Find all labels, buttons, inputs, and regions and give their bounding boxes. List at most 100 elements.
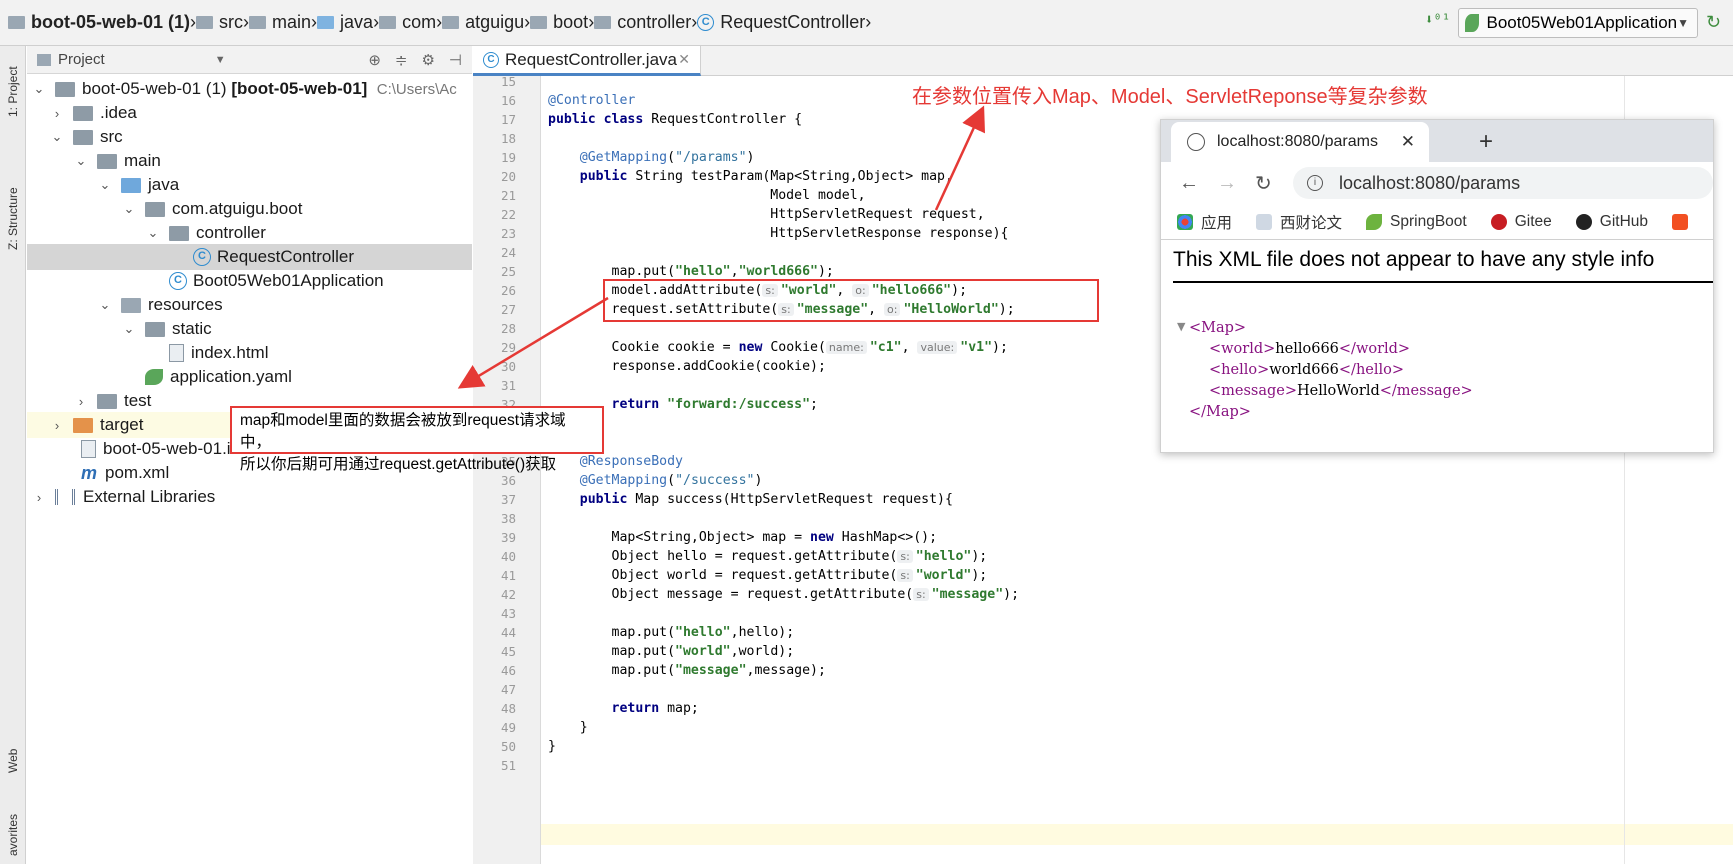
folder-icon: [97, 153, 117, 169]
globe-icon: [1187, 133, 1205, 151]
breadcrumb-item-src[interactable]: src: [196, 12, 243, 33]
breadcrumb-item-main[interactable]: main: [249, 12, 311, 33]
xml-node-hello: <hello>world666</hello>: [1209, 362, 1405, 378]
code-line: }: [548, 739, 556, 754]
chevron-right-icon[interactable]: ›: [73, 394, 89, 409]
hide-icon[interactable]: ⊣: [449, 51, 462, 69]
close-icon[interactable]: ✕: [678, 51, 690, 68]
tool-tab-structure[interactable]: Z: Structure: [0, 164, 26, 274]
chevron-down-icon[interactable]: ⌄: [145, 225, 161, 241]
build-icon[interactable]: ⬇⁰¹: [1425, 12, 1450, 28]
breadcrumb-item-controller[interactable]: controller: [594, 12, 691, 33]
breadcrumb-item-project[interactable]: boot-05-web-01 (1): [8, 12, 190, 33]
forward-icon[interactable]: →: [1217, 172, 1237, 195]
code-line: map.put("hello",hello);: [548, 625, 795, 640]
line-number: 25: [500, 264, 516, 279]
chevron-down-icon: ▼: [1677, 16, 1689, 30]
document-icon: [1256, 213, 1273, 230]
module-file-icon: [81, 440, 96, 458]
breadcrumb-item-com[interactable]: com: [379, 12, 436, 33]
bookmark-github[interactable]: GitHub: [1575, 213, 1648, 231]
folder-icon: [73, 129, 93, 145]
breadcrumb-item-boot[interactable]: boot: [530, 12, 588, 33]
package-icon: [145, 201, 165, 217]
folder-icon: [73, 105, 93, 121]
class-icon: C: [697, 14, 715, 31]
chevron-right-icon[interactable]: ›: [49, 418, 65, 433]
chevron-down-icon[interactable]: ▼: [215, 54, 226, 66]
tool-tab-favorites[interactable]: avorites: [0, 806, 26, 864]
tree-item-java[interactable]: ⌄ java: [27, 172, 472, 198]
tool-tab-project[interactable]: 1: Project: [0, 52, 26, 132]
tree-item-package[interactable]: ⌄ com.atguigu.boot: [27, 196, 472, 222]
chevron-right-icon[interactable]: ›: [31, 490, 47, 505]
reload-icon[interactable]: ↻: [1255, 171, 1275, 196]
chevron-down-icon[interactable]: ⌄: [97, 177, 113, 193]
back-icon[interactable]: ←: [1179, 172, 1199, 195]
tree-item-main[interactable]: ⌄ main: [27, 148, 472, 174]
collapse-all-icon[interactable]: ≑: [395, 51, 408, 69]
tool-tab-web[interactable]: Web: [0, 736, 26, 786]
chevron-down-icon[interactable]: ⌄: [121, 201, 137, 217]
line-number: 40: [500, 549, 516, 564]
chevron-down-icon[interactable]: ⌄: [121, 321, 137, 337]
browser-tab[interactable]: localhost:8080/params ✕: [1171, 122, 1429, 162]
line-number: 50: [500, 739, 516, 754]
close-icon[interactable]: ✕: [1401, 132, 1415, 152]
code-line: map.put("world",world);: [548, 644, 795, 659]
breadcrumb-item-atguigu[interactable]: atguigu: [442, 12, 524, 33]
line-number: 26: [500, 283, 516, 298]
breadcrumb-item-requestcontroller[interactable]: C RequestController: [697, 12, 865, 33]
bookmark-gitee[interactable]: Gitee: [1490, 213, 1552, 231]
tree-item-src[interactable]: ⌄ src: [27, 124, 472, 150]
code-line: Object hello = request.getAttribute(s: "h…: [548, 549, 988, 564]
chevron-down-icon[interactable]: ⌄: [49, 129, 65, 145]
code-line: @GetMapping("/params"): [579, 150, 755, 165]
tree-item-requestcontroller[interactable]: C RequestController: [27, 244, 472, 270]
package-icon: [169, 225, 189, 241]
chevron-down-icon[interactable]: ⌄: [31, 81, 47, 97]
rerun-icon[interactable]: ↻: [1706, 12, 1721, 33]
tree-item-application-class[interactable]: C Boot05Web01Application: [27, 268, 472, 294]
locate-icon[interactable]: ⊕: [368, 51, 381, 69]
bookmark-icon: [1672, 213, 1689, 230]
tree-item-project-root[interactable]: ⌄ boot-05-web-01 (1) [boot-05-web-01] C:…: [27, 76, 472, 102]
tree-item-index-html[interactable]: index.html: [27, 340, 472, 366]
tree-item-resources[interactable]: ⌄ resources: [27, 292, 472, 318]
editor-tab-requestcontroller[interactable]: C RequestController.java ✕: [473, 46, 701, 76]
bookmarks-bar: 应用 西财论文 SpringBoot Gitee GitHub: [1161, 204, 1713, 240]
line-number: 20: [500, 169, 516, 184]
run-configuration-select[interactable]: Boot05Web01Application ▼: [1458, 8, 1698, 38]
code-line: public Map success(HttpServletRequest re…: [579, 492, 953, 507]
line-number: 46: [500, 663, 516, 678]
line-number: 47: [500, 682, 516, 697]
collapse-triangle-icon[interactable]: ▼: [1177, 320, 1185, 333]
tree-item-idea[interactable]: › .idea: [27, 100, 472, 126]
folder-icon: [97, 393, 117, 409]
xml-style-message: This XML file does not appear to have an…: [1173, 248, 1655, 271]
gitee-icon: [1490, 213, 1507, 230]
breadcrumb-item-java[interactable]: java: [317, 12, 373, 33]
line-number: 15: [500, 74, 516, 89]
bookmark-overflow[interactable]: [1672, 213, 1696, 230]
tree-item-static[interactable]: ⌄ static: [27, 316, 472, 342]
new-tab-button[interactable]: +: [1479, 128, 1493, 156]
chevron-right-icon[interactable]: ›: [49, 106, 65, 121]
bookmark-xicai[interactable]: 西财论文: [1256, 211, 1342, 233]
chevron-down-icon[interactable]: ⌄: [73, 153, 89, 169]
tree-item-controller[interactable]: ⌄ controller: [27, 220, 472, 246]
bookmark-apps[interactable]: 应用: [1177, 211, 1232, 233]
chevron-down-icon[interactable]: ⌄: [97, 297, 113, 313]
gear-icon[interactable]: ⚙: [421, 51, 434, 69]
module-icon: [55, 81, 75, 97]
line-number: 30: [500, 359, 516, 374]
address-bar[interactable]: i localhost:8080/params: [1293, 167, 1713, 199]
tree-item-application-yaml[interactable]: application.yaml: [27, 364, 472, 390]
code-line: HttpServletRequest request,: [548, 207, 985, 222]
tree-item-external-libraries[interactable]: › External Libraries: [27, 484, 472, 510]
code-line: public String testParam(Map<String,Objec…: [579, 169, 953, 184]
line-number: 39: [500, 530, 516, 545]
browser-toolbar: ← → ↻ i localhost:8080/params: [1161, 162, 1713, 204]
line-number: 29: [500, 340, 516, 355]
bookmark-springboot[interactable]: SpringBoot: [1366, 213, 1467, 231]
